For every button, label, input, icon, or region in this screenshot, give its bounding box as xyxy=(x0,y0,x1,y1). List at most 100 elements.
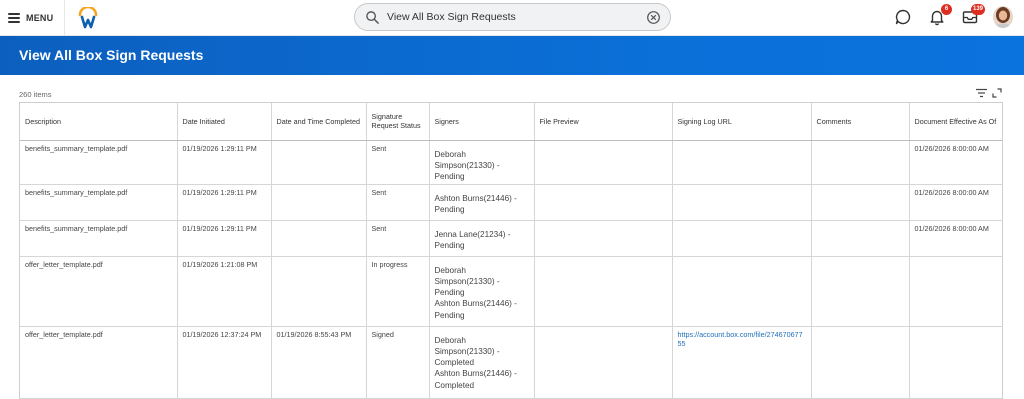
menu-label: MENU xyxy=(26,13,54,23)
date-initiated-cell: 01/19/2026 12:37:24 PM xyxy=(177,326,272,399)
date-initiated-cell: 01/19/2026 1:21:08 PM xyxy=(177,256,272,327)
page-title: View All Box Sign Requests xyxy=(19,47,204,63)
workday-logo-icon[interactable] xyxy=(77,7,99,29)
table-row[interactable]: offer_letter_template.pdf 01/19/2026 1:2… xyxy=(20,256,1002,327)
signers-cell: Deborah Simpson(21330) - Pending Ashton … xyxy=(429,256,535,327)
table-row[interactable]: benefits_summary_template.pdf 01/19/2026… xyxy=(20,140,1002,185)
signers-cell: Jenna Lane(21234) - Pending xyxy=(429,220,535,257)
signer-line: Completed xyxy=(434,380,475,390)
effective-date-cell: 01/26/2026 8:00:00 AM xyxy=(909,184,1002,221)
signing-log-cell: https://account.box.com/file/27467067755 xyxy=(672,326,812,399)
column-header[interactable]: Signature Request Status xyxy=(366,103,430,141)
notifications-button[interactable]: 6 xyxy=(928,4,952,26)
signing-log-cell xyxy=(672,140,812,185)
column-header[interactable]: File Preview xyxy=(534,103,673,141)
signer-line: Jenna Lane(21234) - xyxy=(434,229,511,239)
signer-line: Simpson(21330) - xyxy=(434,346,500,356)
search-bar[interactable]: View All Box Sign Requests xyxy=(354,3,671,31)
signer-line: Pending xyxy=(434,172,465,182)
column-header[interactable]: Date Initiated xyxy=(177,103,272,141)
signer-line: Ashton Burns(21446) - xyxy=(434,299,517,309)
column-header[interactable]: Signing Log URL xyxy=(672,103,812,141)
description-cell[interactable]: benefits_summary_template.pdf xyxy=(20,184,178,221)
signer-line: Simpson(21330) - xyxy=(434,160,500,170)
description-cell[interactable]: offer_letter_template.pdf xyxy=(20,256,178,327)
menu-button[interactable]: MENU xyxy=(8,8,53,28)
inbox-badge: 139 xyxy=(970,4,985,15)
column-header[interactable]: Date and Time Completed xyxy=(271,103,367,141)
file-preview-cell xyxy=(534,256,673,327)
signing-log-cell xyxy=(672,184,812,221)
notifications-badge: 6 xyxy=(941,4,952,15)
comments-cell xyxy=(811,140,910,185)
status-cell: In progress xyxy=(366,256,430,327)
item-count: 260 items xyxy=(19,90,52,99)
column-header[interactable]: Description xyxy=(20,103,178,141)
column-header[interactable]: Document Effective As Of xyxy=(909,103,1002,141)
signing-log-link[interactable]: https://account.box.com/file/27467067755 xyxy=(678,330,806,349)
table-row[interactable]: offer_letter_template.pdf 01/19/2026 12:… xyxy=(20,326,1002,399)
signer-line: Pending xyxy=(434,204,465,214)
date-completed-cell xyxy=(271,256,367,327)
filter-icon[interactable] xyxy=(976,88,987,98)
signers-cell: Deborah Simpson(21330) - Pending xyxy=(429,140,535,185)
comments-cell xyxy=(811,220,910,257)
signer-line: Completed xyxy=(434,358,475,368)
signer-line: Pending xyxy=(434,240,465,250)
column-header[interactable]: Signers xyxy=(429,103,535,141)
status-cell: Sent xyxy=(366,140,430,185)
description-cell[interactable]: benefits_summary_template.pdf xyxy=(20,220,178,257)
clear-search-icon[interactable] xyxy=(646,10,661,25)
signer-line: Pending xyxy=(434,288,465,298)
effective-date-cell xyxy=(909,326,1002,399)
description-cell[interactable]: offer_letter_template.pdf xyxy=(20,326,178,399)
signing-log-cell xyxy=(672,256,812,327)
top-bar: MENU View All Box Sign Requests 6 139 xyxy=(0,0,1024,36)
signer-line: Ashton Burns(21446) - xyxy=(434,193,517,203)
signers-cell: Ashton Burns(21446) - Pending xyxy=(429,184,535,221)
date-completed-cell xyxy=(271,184,367,221)
search-input[interactable]: View All Box Sign Requests xyxy=(387,11,516,23)
signer-line: Deborah xyxy=(434,265,466,275)
date-completed-cell: 01/19/2026 8:55:43 PM xyxy=(271,326,367,399)
comments-cell xyxy=(811,184,910,221)
signer-line: Deborah xyxy=(434,335,466,345)
requests-grid: Description Date Initiated Date and Time… xyxy=(19,102,1003,399)
date-initiated-cell: 01/19/2026 1:29:11 PM xyxy=(177,140,272,185)
effective-date-cell xyxy=(909,256,1002,327)
page-header-banner: View All Box Sign Requests xyxy=(0,36,1024,75)
table-row[interactable]: benefits_summary_template.pdf 01/19/2026… xyxy=(20,220,1002,257)
signer-line: Deborah xyxy=(434,149,466,159)
column-header[interactable]: Comments xyxy=(811,103,910,141)
signer-line: Pending xyxy=(434,310,465,320)
status-cell: Signed xyxy=(366,326,430,399)
comments-cell xyxy=(811,326,910,399)
hamburger-icon xyxy=(8,13,20,23)
signer-line: Ashton Burns(21446) - xyxy=(434,369,517,379)
requests-table: Description Date Initiated Date and Time… xyxy=(20,103,1002,399)
file-preview-cell xyxy=(534,326,673,399)
date-initiated-cell: 01/19/2026 1:29:11 PM xyxy=(177,220,272,257)
file-preview-cell xyxy=(534,184,673,221)
header-divider xyxy=(64,0,65,36)
signers-cell: Deborah Simpson(21330) - Completed Ashto… xyxy=(429,326,535,399)
file-preview-cell xyxy=(534,220,673,257)
date-completed-cell xyxy=(271,220,367,257)
signer-line: Simpson(21330) - xyxy=(434,276,500,286)
chat-icon[interactable] xyxy=(894,8,912,26)
file-preview-cell xyxy=(534,140,673,185)
header-row: Description Date Initiated Date and Time… xyxy=(20,103,1002,141)
status-cell: Sent xyxy=(366,220,430,257)
inbox-button[interactable]: 139 xyxy=(961,4,985,26)
table-row[interactable]: benefits_summary_template.pdf 01/19/2026… xyxy=(20,184,1002,221)
avatar[interactable] xyxy=(993,6,1013,28)
date-completed-cell xyxy=(271,140,367,185)
search-icon xyxy=(366,11,379,24)
status-cell: Sent xyxy=(366,184,430,221)
description-cell[interactable]: benefits_summary_template.pdf xyxy=(20,140,178,185)
date-initiated-cell: 01/19/2026 1:29:11 PM xyxy=(177,184,272,221)
expand-icon[interactable] xyxy=(992,88,1002,98)
effective-date-cell: 01/26/2026 8:00:00 AM xyxy=(909,140,1002,185)
comments-cell xyxy=(811,256,910,327)
signing-log-cell xyxy=(672,220,812,257)
